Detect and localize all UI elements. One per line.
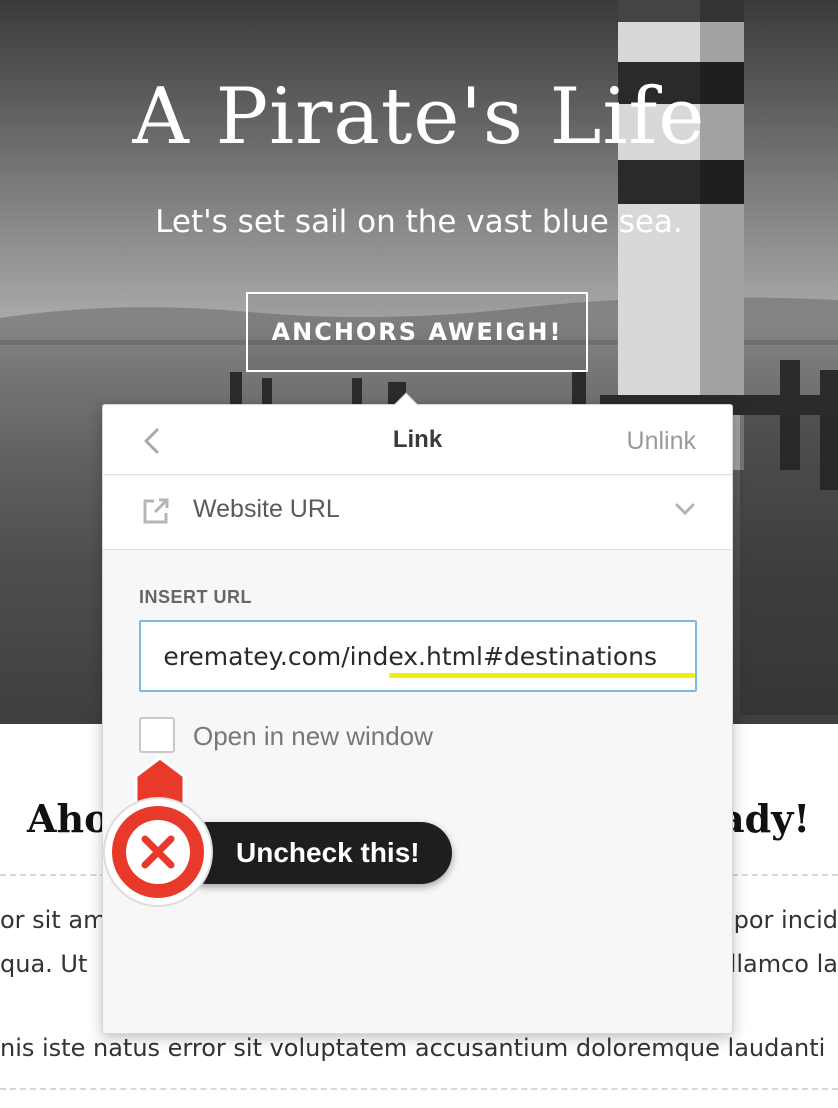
close-x-icon	[103, 756, 213, 907]
url-field-label: INSERT URL	[139, 587, 252, 607]
hero-title: A Pirate's Life	[132, 72, 706, 162]
paragraph-line: or sit am	[0, 906, 107, 934]
open-new-window-checkbox[interactable]	[139, 717, 175, 753]
link-type-label: Website URL	[193, 495, 340, 523]
section-heading-right: ady!	[720, 796, 810, 841]
paragraph-line: nis iste natus error sit voluptatem accu…	[0, 1034, 826, 1062]
paragraph-line: qua. Ut	[0, 950, 88, 978]
divider	[0, 1088, 838, 1090]
url-input[interactable]	[141, 622, 657, 690]
popover-header: Link Unlink	[103, 405, 732, 475]
anchors-aweigh-button[interactable]: ANCHORS AWEIGH!	[246, 292, 588, 372]
url-input-wrapper	[139, 620, 697, 692]
section-heading-left: Aho	[27, 796, 110, 841]
chevron-down-icon	[675, 503, 695, 516]
url-highlight-annotation	[389, 673, 695, 678]
paragraph-line: por incid	[733, 906, 838, 934]
link-type-select[interactable]: Website URL	[103, 476, 732, 550]
external-link-icon	[143, 498, 169, 524]
paragraph-line: llamco la	[729, 950, 838, 978]
hero-subtitle: Let's set sail on the vast blue sea.	[155, 204, 683, 240]
chevron-left-icon[interactable]	[141, 427, 163, 455]
annotation-text: Uncheck this!	[236, 837, 420, 868]
link-popover: Link Unlink Website URL INSERT URL Open …	[102, 404, 733, 1034]
unlink-button[interactable]: Unlink	[627, 405, 696, 477]
open-new-window-label[interactable]: Open in new window	[193, 717, 433, 755]
